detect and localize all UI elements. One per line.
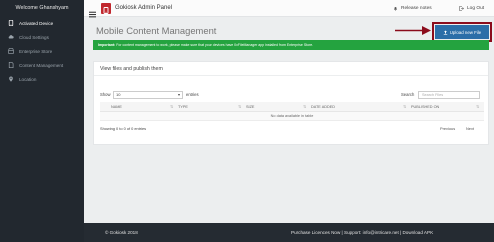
sidebar-item-enterprise-store[interactable]: Enterprise Store — [0, 44, 84, 58]
sidebar-item-activated-device[interactable]: Activated Device — [0, 16, 84, 30]
release-notes-label: Release notes — [401, 6, 432, 11]
hamburger-menu-icon[interactable] — [89, 5, 96, 18]
logout-link[interactable]: Log Out — [459, 0, 484, 17]
entries-select-value: 10 — [116, 92, 121, 97]
map-pin-icon — [8, 76, 14, 82]
sort-icon[interactable]: ⇅ — [476, 102, 479, 112]
sidebar-item-cloud-settings[interactable]: Cloud Settings — [0, 30, 84, 44]
show-label: Show — [100, 92, 111, 97]
sort-icon[interactable]: ⇅ — [403, 102, 406, 112]
column-header-type[interactable]: TYPE — [178, 102, 188, 112]
tablet-icon — [8, 20, 14, 26]
main-content: Mobile Content Management Upload new Fil… — [84, 17, 494, 223]
alert-strong-text: Important: — [98, 43, 116, 47]
upload-new-file-button[interactable]: Upload new File — [432, 22, 492, 42]
column-header-date-added[interactable]: DATE ADDED — [311, 102, 335, 112]
table-controls: Show 10 ▾ entries Search — [94, 90, 490, 100]
caret-down-icon: ▾ — [177, 92, 180, 97]
sidebar-item-label: Cloud Settings — [19, 34, 49, 40]
search-label: Search — [401, 92, 415, 97]
table-footer: Showing 0 to 0 of 0 entries Previous Nex… — [94, 125, 490, 133]
files-panel: View files and publish them Show 10 ▾ en… — [93, 61, 489, 145]
search-files-input[interactable] — [418, 91, 480, 99]
next-page-button[interactable]: Next — [466, 125, 474, 133]
copyright-text: © Gokiosk 2018 — [105, 230, 138, 235]
showing-entries-text: Showing 0 to 0 of 0 entries — [100, 126, 147, 131]
top-bar: Gokiosk Admin Panel Release notes Log Ou… — [84, 0, 494, 18]
bell-icon — [394, 7, 397, 11]
column-header-name[interactable]: NAME — [111, 102, 122, 112]
upload-label: Upload new File — [449, 29, 482, 35]
entries-label: entries — [186, 92, 199, 97]
arrow-icon — [395, 26, 431, 35]
footer-links[interactable]: Purchase Licences Now | Support: info@in… — [291, 223, 433, 242]
page-title: Mobile Content Management — [96, 25, 217, 36]
empty-table-row: No data available in table — [100, 112, 484, 121]
sidebar-item-label: Content Management — [19, 62, 64, 68]
table-header: NAME ⇅ TYPE ⇅ SIZE ⇅ DATE ADDED ⇅ PUBLIS… — [100, 102, 484, 112]
sidebar-item-location[interactable]: Location — [0, 72, 84, 86]
sidebar: Welcome Ghanshyam Activated Device Cloud… — [0, 0, 84, 242]
logout-label: Log Out — [467, 6, 485, 11]
welcome-text: Welcome Ghanshyam — [15, 5, 69, 11]
column-header-published-on[interactable]: PUBLISHED ON — [411, 102, 439, 112]
panel-title: View files and publish them — [94, 62, 488, 76]
file-icon — [8, 62, 14, 68]
page-footer: © Gokiosk 2018 Purchase Licences Now | S… — [84, 223, 494, 242]
store-icon — [8, 48, 14, 54]
sidebar-item-label: Location — [19, 76, 37, 82]
cloud-icon — [8, 34, 14, 40]
sidebar-item-content-management[interactable]: Content Management — [0, 58, 84, 72]
app-title: Gokiosk Admin Panel — [115, 5, 173, 11]
important-alert: Important: For content management to wor… — [93, 40, 489, 50]
sort-icon[interactable]: ⇅ — [238, 102, 241, 112]
sidebar-item-label: Activated Device — [19, 20, 54, 26]
release-notes-link[interactable]: Release notes — [393, 0, 432, 17]
sort-icon[interactable]: ⇅ — [303, 102, 306, 112]
entries-per-page-select[interactable]: 10 ▾ — [113, 91, 183, 99]
previous-page-button[interactable]: Previous — [440, 125, 455, 133]
column-header-size[interactable]: SIZE — [246, 102, 254, 112]
logout-icon — [459, 6, 464, 11]
alert-text: For content management to work, please m… — [115, 43, 314, 47]
upload-icon — [443, 30, 447, 35]
sidebar-item-label: Enterprise Store — [19, 48, 53, 54]
brand-logo — [101, 3, 111, 14]
sort-icon[interactable]: ⇅ — [170, 102, 173, 112]
